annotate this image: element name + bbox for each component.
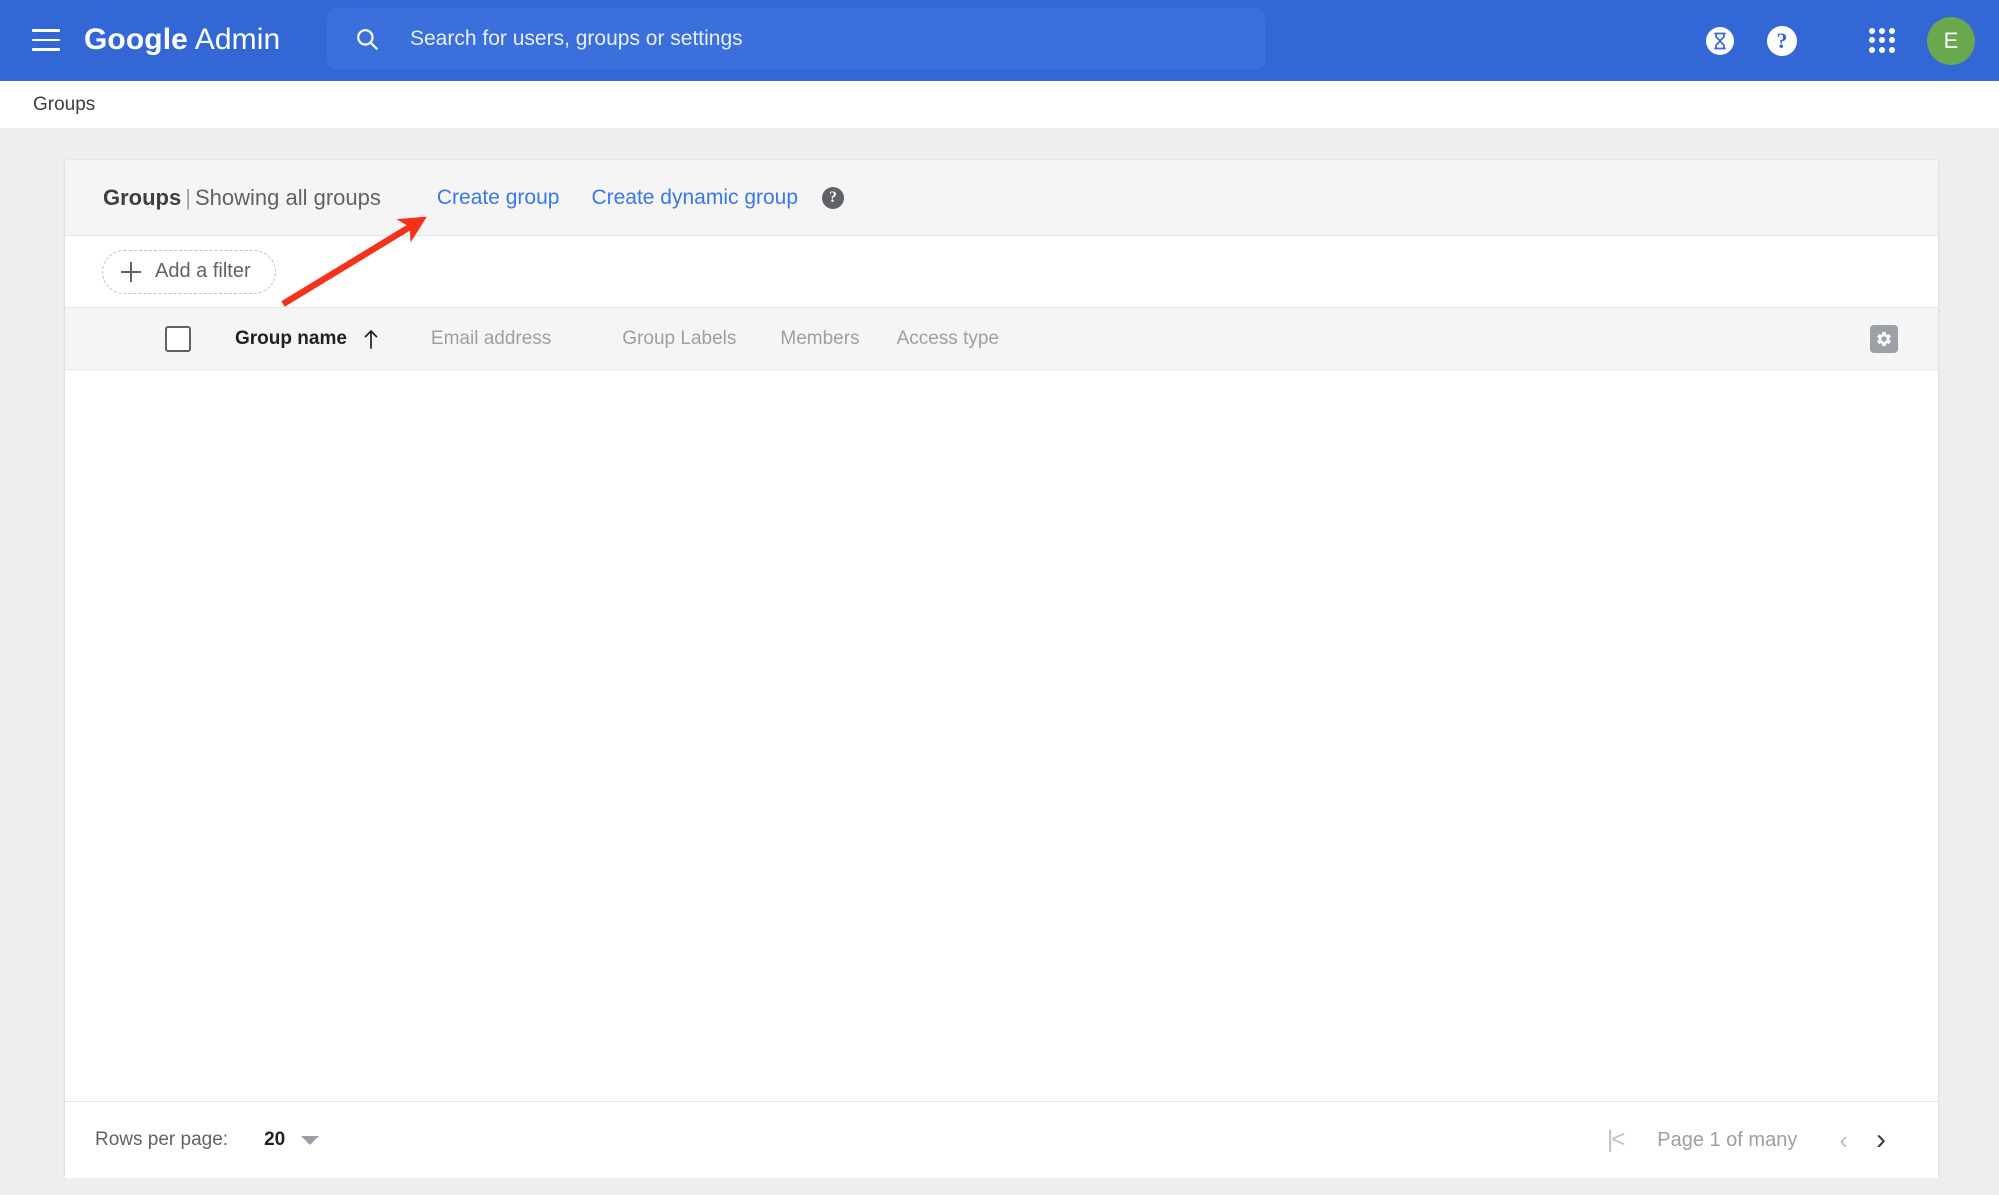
- chevron-left-icon[interactable]: ‹: [1823, 1121, 1864, 1160]
- groups-card: Groups | Showing all groups Create group C…: [65, 160, 1938, 1178]
- brand-google: Google: [84, 23, 188, 56]
- column-header-group-labels[interactable]: Group Labels: [622, 328, 736, 350]
- column-header-group-name[interactable]: Group name: [235, 328, 379, 350]
- search-placeholder-text: Search for users, groups or settings: [410, 27, 743, 50]
- breadcrumb: Groups: [0, 81, 1999, 128]
- first-page-icon[interactable]: |<: [1597, 1120, 1633, 1160]
- rows-per-page-value[interactable]: 20: [264, 1129, 285, 1151]
- help-button[interactable]: ?: [1751, 10, 1813, 72]
- trial-hourglass-icon: [1706, 26, 1734, 55]
- search-icon: [357, 29, 378, 50]
- rows-per-page-label: Rows per page:: [95, 1129, 229, 1150]
- table-footer: Rows per page: 20 |< Page 1 of many ‹ ›: [65, 1102, 1938, 1178]
- table-body-empty: [65, 370, 1938, 1102]
- brand-admin: Admin: [187, 23, 281, 56]
- table-settings-button[interactable]: [1870, 324, 1898, 353]
- plus-icon: [121, 261, 141, 282]
- create-dynamic-group-link[interactable]: Create dynamic group: [591, 186, 798, 210]
- add-filter-label: Add a filter: [155, 260, 251, 282]
- add-filter-button[interactable]: Add a filter: [102, 249, 276, 294]
- chevron-down-icon[interactable]: [301, 1135, 320, 1145]
- hamburger-menu-icon[interactable]: [32, 24, 66, 56]
- groups-card-header: Groups | Showing all groups Create group C…: [65, 160, 1938, 236]
- page-status-text: Page 1 of many: [1657, 1128, 1798, 1151]
- top-app-bar: Google Admin Search for users, groups or…: [0, 0, 1999, 81]
- sort-ascending-arrow-icon: [364, 329, 378, 349]
- page-title-separator: |: [185, 184, 191, 210]
- gear-icon: [1877, 331, 1891, 346]
- trial-hourglass-button[interactable]: [1689, 10, 1751, 72]
- global-search-input[interactable]: Search for users, groups or settings: [327, 8, 1265, 70]
- column-header-access-type[interactable]: Access type: [897, 328, 999, 350]
- create-group-link[interactable]: Create group: [437, 186, 560, 210]
- chevron-right-icon[interactable]: ›: [1864, 1121, 1898, 1159]
- help-icon: ?: [1767, 25, 1797, 56]
- column-header-members[interactable]: Members: [780, 328, 859, 350]
- avatar[interactable]: E: [1927, 16, 1975, 65]
- column-header-email-address[interactable]: Email address: [431, 328, 551, 350]
- google-apps-button[interactable]: [1851, 10, 1913, 72]
- page-title-sub: Showing all groups: [194, 184, 381, 210]
- filter-row: Add a filter: [65, 236, 1938, 308]
- app-brand-title: Google Admin: [84, 18, 280, 62]
- page-title: Groups | Showing all groups: [103, 185, 381, 211]
- apps-grid-icon: [1869, 27, 1895, 54]
- help-circle-icon[interactable]: ?: [822, 186, 845, 209]
- breadcrumb-item-groups[interactable]: Groups: [33, 94, 95, 116]
- page-title-main: Groups: [103, 184, 182, 210]
- pagination-controls: |< Page 1 of many ‹ ›: [1597, 1120, 1898, 1160]
- top-bar-actions: ? E: [1689, 0, 1975, 81]
- table-header-row: Group name Email address Group Labels Me…: [65, 308, 1938, 370]
- column-header-group-name-label: Group name: [235, 327, 347, 349]
- select-all-checkbox[interactable]: [165, 325, 191, 352]
- page-body: Groups | Showing all groups Create group C…: [0, 128, 1999, 1195]
